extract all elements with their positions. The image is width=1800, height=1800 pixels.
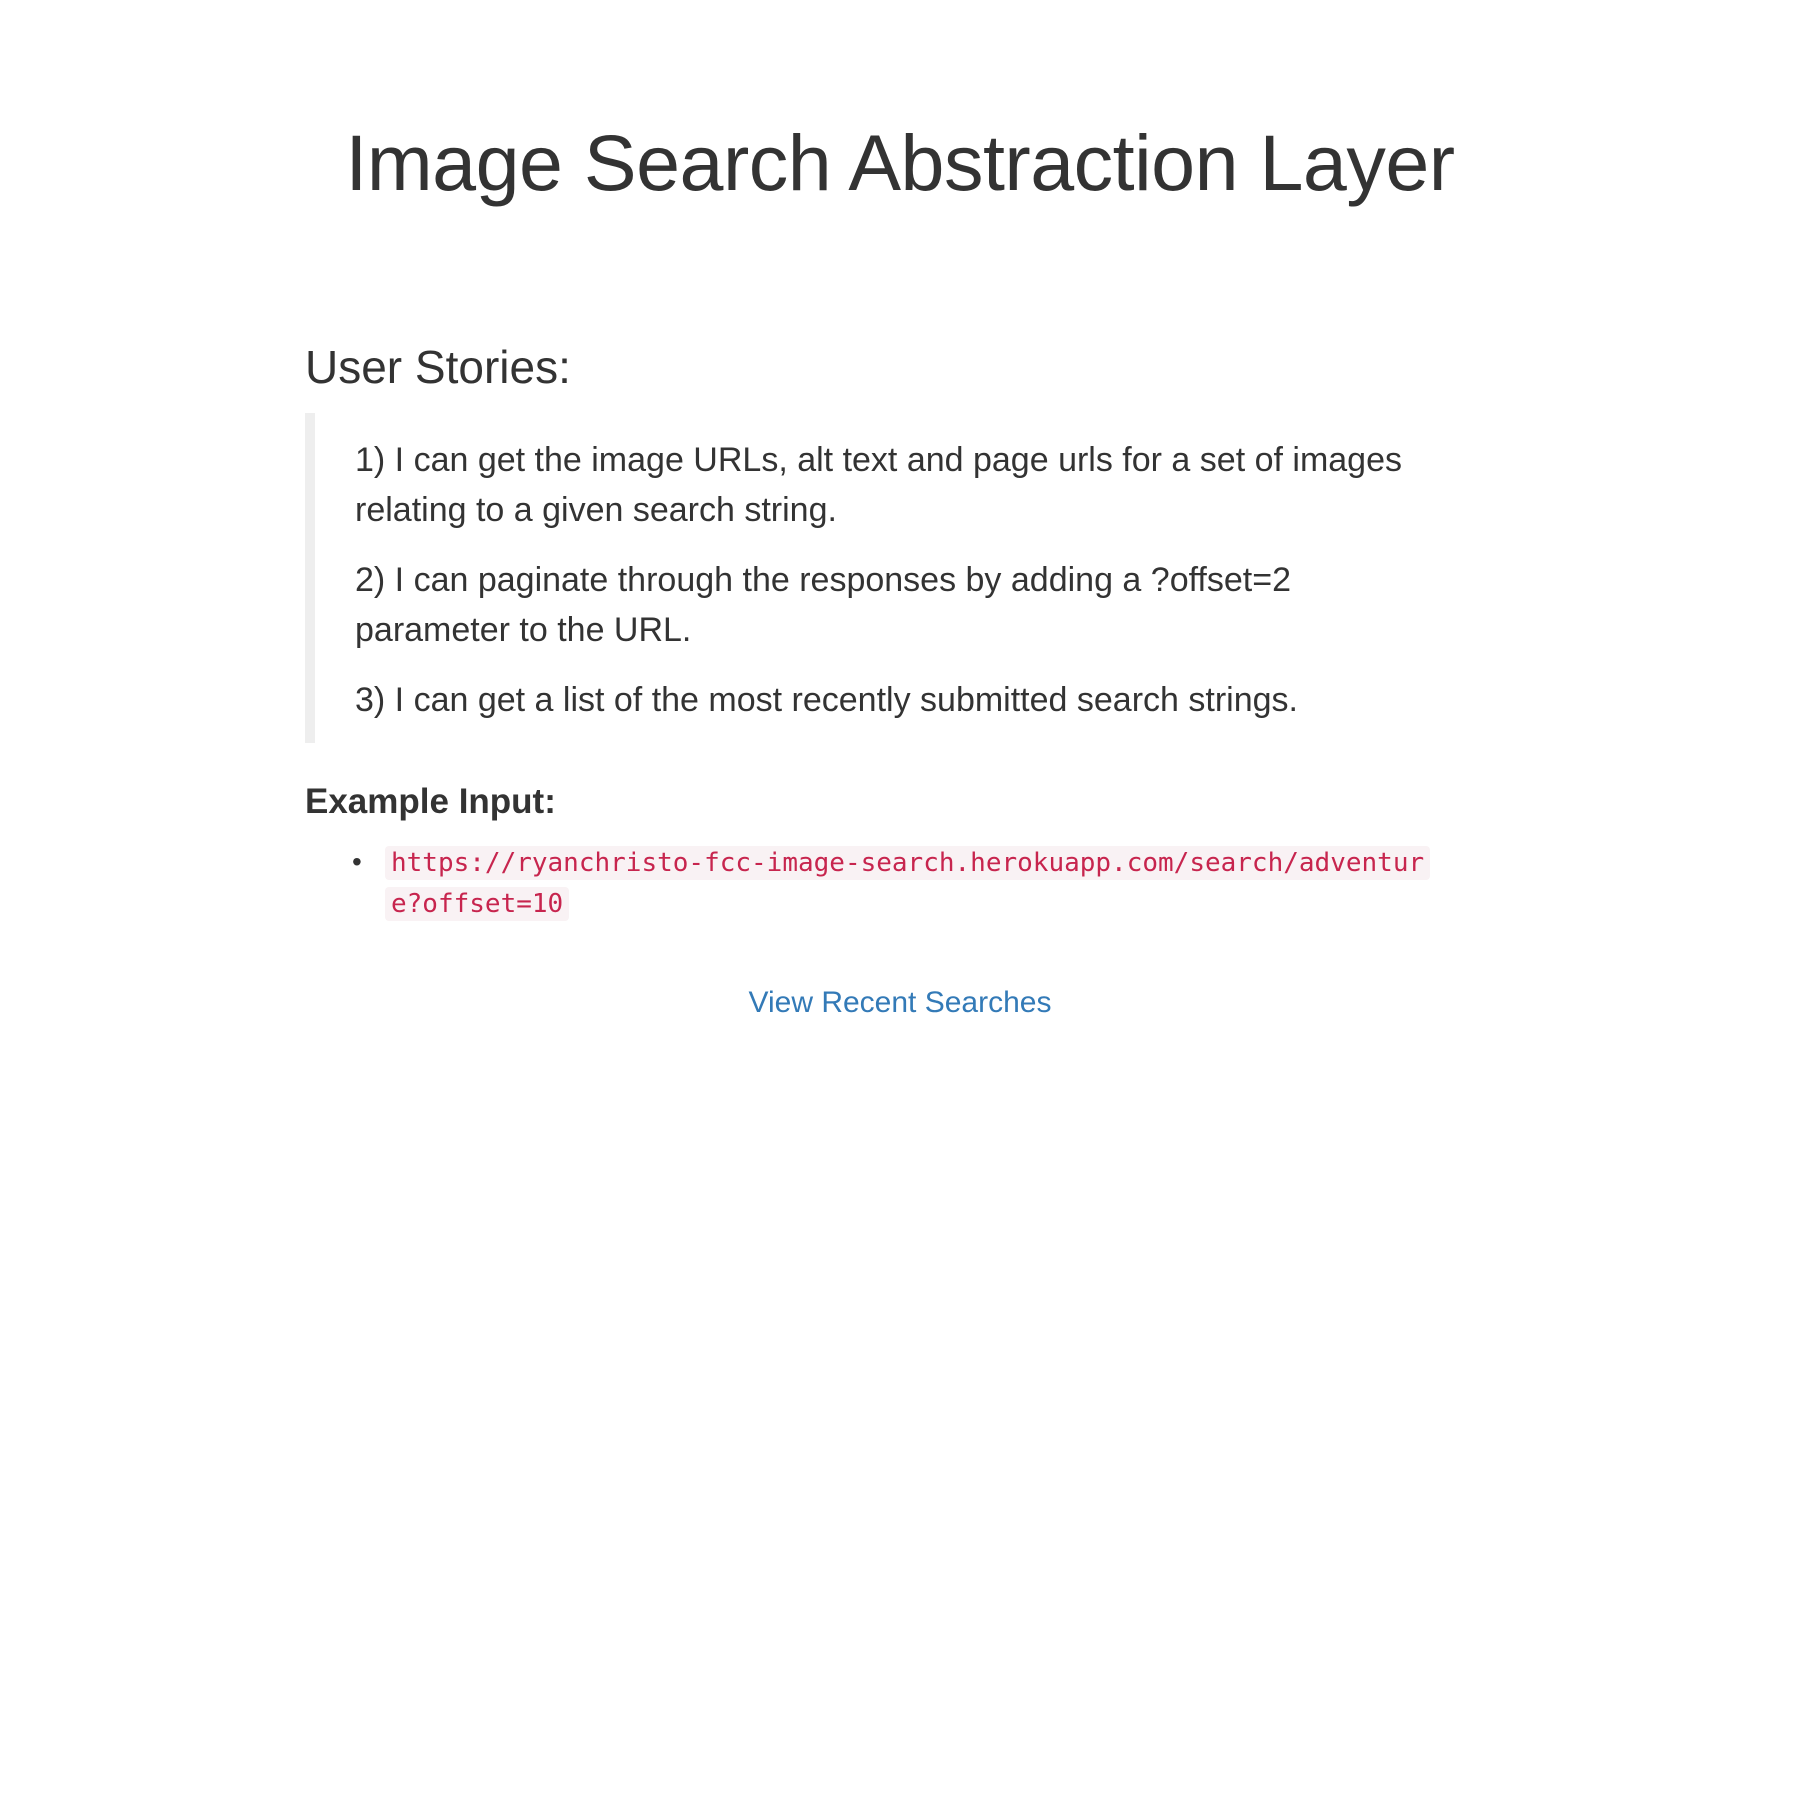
page-title: Image Search Abstraction Layer (345, 118, 1455, 207)
user-stories-blockquote: 1) I can get the image URLs, alt text an… (305, 413, 1455, 743)
user-story-2: 2) I can paginate through the responses … (355, 561, 1291, 649)
bullet-icon: • (352, 846, 362, 877)
user-story-3: 3) I can get a list of the most recently… (355, 681, 1298, 719)
user-stories-heading: User Stories: (305, 341, 571, 393)
page-container: Image Search Abstraction Layer User Stor… (0, 0, 1800, 1800)
user-story-1: 1) I can get the image URLs, alt text an… (355, 441, 1402, 529)
view-recent-searches-link[interactable]: View Recent Searches (0, 983, 1800, 1023)
example-input-item: • https://ryanchristo-fcc-image-search.h… (352, 842, 1445, 924)
example-input-list: • https://ryanchristo-fcc-image-search.h… (352, 842, 1445, 924)
example-url-code: https://ryanchristo-fcc-image-search.her… (385, 846, 1431, 921)
example-input-heading: Example Input: (305, 782, 556, 821)
